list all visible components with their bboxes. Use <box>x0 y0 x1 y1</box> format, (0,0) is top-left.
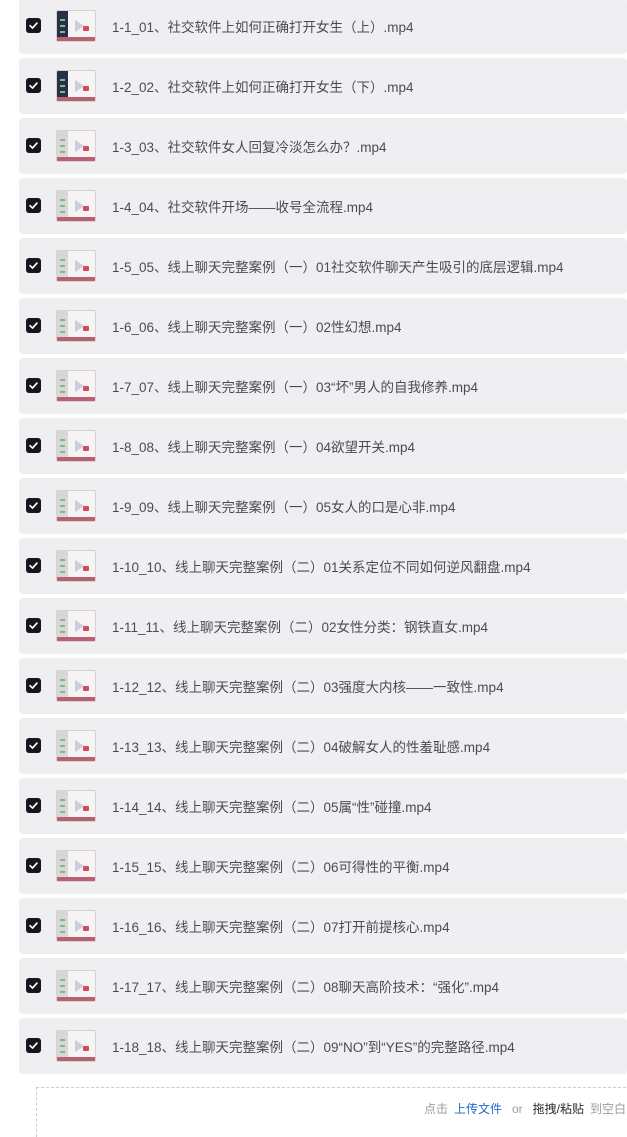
video-thumbnail-icon <box>56 1030 96 1062</box>
file-checkbox[interactable] <box>26 678 41 693</box>
video-thumbnail-icon <box>56 10 96 42</box>
checkmark-icon <box>29 22 38 29</box>
file-name: 1-14_14、线上聊天完整案例（二）05属“性”碰撞.mp4 <box>112 800 432 815</box>
video-thumbnail-icon <box>56 610 96 642</box>
file-name: 1-17_17、线上聊天完整案例（二）08聊天高阶技术：“强化”.mp4 <box>112 980 500 995</box>
file-list-item[interactable]: 1-9_09、线上聊天完整案例（一）05女人的口是心非.mp4 <box>19 478 627 534</box>
file-checkbox[interactable] <box>26 798 41 813</box>
file-list-item[interactable]: 1-17_17、线上聊天完整案例（二）08聊天高阶技术：“强化”.mp4 <box>19 958 627 1014</box>
checkmark-icon <box>29 682 38 689</box>
checkmark-icon <box>29 382 38 389</box>
checkmark-icon <box>29 802 38 809</box>
video-thumbnail-icon <box>56 130 96 162</box>
file-list-item[interactable]: 1-15_15、线上聊天完整案例（二）06可得性的平衡.mp4 <box>19 838 627 894</box>
checkmark-icon <box>29 742 38 749</box>
file-name: 1-16_16、线上聊天完整案例（二）07打开前提核心.mp4 <box>112 920 450 935</box>
video-thumbnail-icon <box>56 790 96 822</box>
file-list-item[interactable]: 1-7_07、线上聊天完整案例（一）03“坏”男人的自我修养.mp4 <box>19 358 627 414</box>
file-name: 1-15_15、线上聊天完整案例（二）06可得性的平衡.mp4 <box>112 860 450 875</box>
upload-or-label: or <box>511 1102 523 1116</box>
file-checkbox[interactable] <box>26 858 41 873</box>
file-checkbox[interactable] <box>26 78 41 93</box>
file-checkbox[interactable] <box>26 138 41 153</box>
video-thumbnail-icon <box>56 250 96 282</box>
file-list-item[interactable]: 1-6_06、线上聊天完整案例（一）02性幻想.mp4 <box>19 298 627 354</box>
file-checkbox[interactable] <box>26 558 41 573</box>
file-name: 1-12_12、线上聊天完整案例（二）03强度大内核——一致性.mp4 <box>112 680 504 695</box>
file-list-item[interactable]: 1-12_12、线上聊天完整案例（二）03强度大内核——一致性.mp4 <box>19 658 627 714</box>
checkmark-icon <box>29 1042 38 1049</box>
file-list-item[interactable]: 1-8_08、线上聊天完整案例（一）04欲望开关.mp4 <box>19 418 627 474</box>
file-checkbox[interactable] <box>26 978 41 993</box>
file-name: 1-2_02、社交软件上如何正确打开女生（下）.mp4 <box>112 80 414 95</box>
file-checkbox[interactable] <box>26 378 41 393</box>
video-thumbnail-icon <box>56 70 96 102</box>
checkmark-icon <box>29 442 38 449</box>
file-name: 1-3_03、社交软件女人回复冷淡怎么办？.mp4 <box>112 140 387 155</box>
file-checkbox[interactable] <box>26 618 41 633</box>
file-name: 1-18_18、线上聊天完整案例（二）09“NO”到“YES”的完整路径.mp4 <box>112 1040 515 1055</box>
file-list-item[interactable]: 1-1_01、社交软件上如何正确打开女生（上）.mp4 <box>19 0 627 54</box>
file-checkbox[interactable] <box>26 18 41 33</box>
video-thumbnail-icon <box>56 970 96 1002</box>
file-name: 1-1_01、社交软件上如何正确打开女生（上）.mp4 <box>112 20 414 35</box>
video-thumbnail-icon <box>56 670 96 702</box>
file-list-item[interactable]: 1-4_04、社交软件开场——收号全流程.mp4 <box>19 178 627 234</box>
checkmark-icon <box>29 82 38 89</box>
file-list-item[interactable]: 1-10_10、线上聊天完整案例（二）01关系定位不同如何逆风翻盘.mp4 <box>19 538 627 594</box>
video-thumbnail-icon <box>56 910 96 942</box>
file-name: 1-9_09、线上聊天完整案例（一）05女人的口是心非.mp4 <box>112 500 456 515</box>
file-checkbox[interactable] <box>26 198 41 213</box>
file-list-item[interactable]: 1-5_05、线上聊天完整案例（一）01社交软件聊天产生吸引的底层逻辑.mp4 <box>19 238 627 294</box>
checkmark-icon <box>29 622 38 629</box>
file-list-item[interactable]: 1-18_18、线上聊天完整案例（二）09“NO”到“YES”的完整路径.mp4 <box>19 1018 627 1074</box>
checkmark-icon <box>29 982 38 989</box>
file-name: 1-5_05、线上聊天完整案例（一）01社交软件聊天产生吸引的底层逻辑.mp4 <box>112 260 564 275</box>
file-name: 1-8_08、线上聊天完整案例（一）04欲望开关.mp4 <box>112 440 416 455</box>
file-checkbox[interactable] <box>26 738 41 753</box>
file-name: 1-11_11、线上聊天完整案例（二）02女性分类：钢铁直女.mp4 <box>112 620 489 635</box>
upload-file-link[interactable]: 上传文件 <box>454 1102 502 1116</box>
checkmark-icon <box>29 202 38 209</box>
file-list-item[interactable]: 1-14_14、线上聊天完整案例（二）05属“性”碰撞.mp4 <box>19 778 627 834</box>
file-checkbox[interactable] <box>26 918 41 933</box>
file-checkbox[interactable] <box>26 258 41 273</box>
file-name: 1-4_04、社交软件开场——收号全流程.mp4 <box>112 200 374 215</box>
file-checkbox[interactable] <box>26 1038 41 1053</box>
video-thumbnail-icon <box>56 190 96 222</box>
checkmark-icon <box>29 142 38 149</box>
video-thumbnail-icon <box>56 730 96 762</box>
file-list-item[interactable]: 1-11_11、线上聊天完整案例（二）02女性分类：钢铁直女.mp4 <box>19 598 627 654</box>
file-name: 1-7_07、线上聊天完整案例（一）03“坏”男人的自我修养.mp4 <box>112 380 479 395</box>
checkmark-icon <box>29 262 38 269</box>
file-name: 1-10_10、线上聊天完整案例（二）01关系定位不同如何逆风翻盘.mp4 <box>112 560 531 575</box>
file-checkbox[interactable] <box>26 318 41 333</box>
checkmark-icon <box>29 922 38 929</box>
checkmark-icon <box>29 562 38 569</box>
checkmark-icon <box>29 502 38 509</box>
upload-click-label: 点击 <box>423 1102 448 1116</box>
file-list: 1-1_01、社交软件上如何正确打开女生（上）.mp4 1-2_02、社交软件上如… <box>19 0 627 1078</box>
video-thumbnail-icon <box>56 550 96 582</box>
file-name: 1-13_13、线上聊天完整案例（二）04破解女人的性羞耻感.mp4 <box>112 740 491 755</box>
upload-drag-label: 拖拽/粘贴 <box>532 1102 584 1116</box>
checkmark-icon <box>29 322 38 329</box>
video-thumbnail-icon <box>56 310 96 342</box>
video-thumbnail-icon <box>56 430 96 462</box>
upload-hint: 点击 上传文件 or 拖拽/粘贴 到空白 <box>424 1100 626 1117</box>
file-list-item[interactable]: 1-16_16、线上聊天完整案例（二）07打开前提核心.mp4 <box>19 898 627 954</box>
file-list-item[interactable]: 1-3_03、社交软件女人回复冷淡怎么办？.mp4 <box>19 118 627 174</box>
video-thumbnail-icon <box>56 370 96 402</box>
checkmark-icon <box>29 862 38 869</box>
file-list-item[interactable]: 1-13_13、线上聊天完整案例（二）04破解女人的性羞耻感.mp4 <box>19 718 627 774</box>
video-thumbnail-icon <box>56 850 96 882</box>
video-thumbnail-icon <box>56 490 96 522</box>
file-checkbox[interactable] <box>26 498 41 513</box>
file-name: 1-6_06、线上聊天完整案例（一）02性幻想.mp4 <box>112 320 402 335</box>
file-checkbox[interactable] <box>26 438 41 453</box>
upload-target-label: 到空白 <box>589 1102 626 1116</box>
file-list-item[interactable]: 1-2_02、社交软件上如何正确打开女生（下）.mp4 <box>19 58 627 114</box>
